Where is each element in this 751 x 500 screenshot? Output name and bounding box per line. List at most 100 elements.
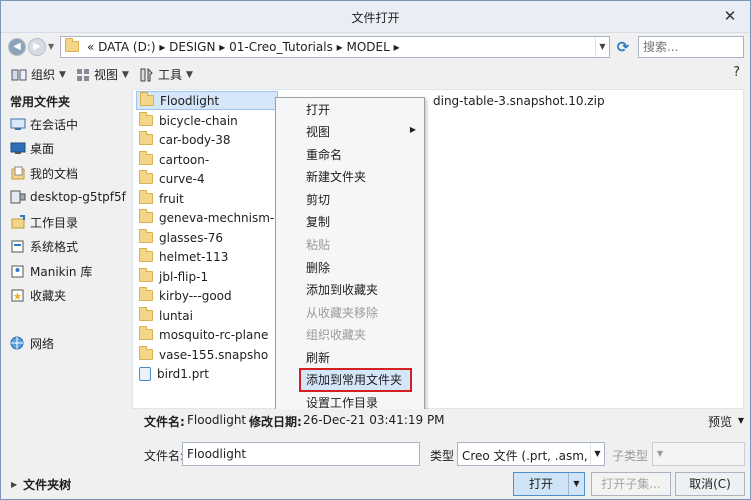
list-item[interactable]: geneva-mechnism-2- bbox=[139, 208, 276, 227]
sidebar-item-label: 系统格式 bbox=[30, 239, 79, 254]
folder-icon bbox=[139, 131, 153, 145]
session-icon bbox=[10, 118, 26, 130]
list-item[interactable]: mosquito-rc-plane bbox=[139, 325, 268, 344]
preview-toggle[interactable]: 预览 bbox=[708, 413, 732, 430]
list-item[interactable]: cartoon- bbox=[139, 150, 209, 169]
menu-item-paste[interactable]: 粘贴 bbox=[306, 235, 330, 255]
folder-tree-toggle[interactable]: ▶ 文件夹树 bbox=[11, 476, 71, 493]
folder-icon bbox=[139, 248, 153, 262]
menu-item-refresh[interactable]: 刷新 bbox=[306, 348, 330, 368]
list-item[interactable]: car-body-38 bbox=[139, 130, 231, 149]
sidebar-item-working-directory[interactable]: 工作目录 bbox=[10, 212, 78, 232]
chevron-down-icon[interactable]: ▼ bbox=[595, 37, 609, 57]
sidebar-item-system-formats[interactable]: 系统格式 bbox=[10, 236, 78, 256]
organize-menu[interactable]: 组织 ▼ bbox=[11, 66, 66, 83]
chevron-down-icon: ▼ bbox=[186, 69, 193, 80]
context-menu: 打开 视图 ▶ 重命名 新建文件夹 剪切 复制 粘贴 删除 添加到收藏夹 从收藏… bbox=[275, 97, 425, 413]
folder-icon bbox=[139, 112, 153, 126]
menu-item-view[interactable]: 视图 bbox=[306, 122, 330, 142]
file-list[interactable]: Floodlight bicycle-chain car-body-38 car… bbox=[132, 89, 744, 409]
list-item[interactable]: bicycle-chain bbox=[139, 111, 238, 130]
title-bar: 文件打开 ✕ bbox=[1, 1, 750, 33]
menu-item-delete[interactable]: 删除 bbox=[306, 258, 330, 278]
computer-icon bbox=[10, 190, 26, 204]
address-bar[interactable]: « DATA (D:) ▸ DESIGN ▸ 01-Creo_Tutorials… bbox=[60, 36, 610, 58]
cancel-button[interactable]: 取消(C) bbox=[675, 472, 745, 496]
documents-icon bbox=[11, 166, 25, 180]
menu-item-cut[interactable]: 剪切 bbox=[306, 190, 330, 210]
folder-icon bbox=[139, 346, 153, 360]
sidebar-item-documents[interactable]: 我的文档 bbox=[10, 163, 78, 183]
folder-icon bbox=[139, 307, 153, 321]
list-item[interactable]: ding-table-3.snapshot.10.zip bbox=[433, 91, 605, 110]
view-grid-icon bbox=[77, 68, 89, 81]
filename-field[interactable] bbox=[182, 442, 420, 466]
chevron-down-icon[interactable]: ▼ bbox=[738, 416, 744, 425]
chevron-down-icon: ▼ bbox=[122, 69, 129, 80]
folder-icon bbox=[139, 326, 153, 340]
sidebar-item-favorites[interactable]: 收藏夹 bbox=[10, 285, 66, 305]
folder-icon bbox=[139, 287, 153, 301]
file-name: helmet-113 bbox=[159, 249, 229, 264]
sidebar-item-label: 我的文档 bbox=[30, 166, 79, 181]
file-name: geneva-mechnism-2- bbox=[159, 210, 276, 225]
refresh-icon[interactable]: ⟳ bbox=[613, 37, 633, 57]
menu-item-open[interactable]: 打开 bbox=[306, 100, 330, 120]
list-item[interactable]: kirby---good bbox=[139, 286, 232, 305]
sidebar-item-desktop[interactable]: 桌面 bbox=[10, 138, 54, 158]
search-input[interactable] bbox=[638, 36, 744, 58]
menu-item-new-folder[interactable]: 新建文件夹 bbox=[306, 167, 366, 187]
info-filename-value: Floodlight bbox=[187, 413, 247, 427]
list-item[interactable]: vase-155.snapsho bbox=[139, 345, 268, 364]
file-name: glasses-76 bbox=[159, 230, 224, 245]
menu-item-add-to-common-folders[interactable]: 添加到常用文件夹 bbox=[306, 370, 402, 390]
close-icon[interactable]: ✕ bbox=[722, 8, 738, 24]
file-name: car-body-38 bbox=[159, 132, 231, 147]
back-arrow-icon[interactable]: ◀ bbox=[8, 38, 26, 56]
chevron-right-icon: ▶ bbox=[409, 125, 416, 134]
menu-item-organize-favorites[interactable]: 组织收藏夹 bbox=[306, 325, 366, 345]
help-glyph: ? bbox=[733, 65, 740, 80]
chevron-down-icon[interactable]: ▼ bbox=[568, 473, 584, 495]
list-item[interactable]: fruit bbox=[139, 189, 184, 208]
tools-menu[interactable]: 工具 ▼ bbox=[138, 66, 193, 83]
sidebar-item-manikin-library[interactable]: Manikin 库 bbox=[10, 261, 92, 281]
file-name: bicycle-chain bbox=[159, 113, 238, 128]
menu-item-copy[interactable]: 复制 bbox=[306, 212, 330, 232]
list-item[interactable]: glasses-76 bbox=[139, 228, 223, 247]
help-pointer-icon[interactable]: ? bbox=[733, 65, 740, 80]
list-item[interactable]: jbl-flip-1 bbox=[139, 267, 208, 286]
type-select[interactable]: Creo 文件 (.prt, .asm, ▼ bbox=[457, 442, 605, 466]
tools-label: 工具 bbox=[158, 68, 183, 82]
address-row: ◀ ▶ ▼ « DATA (D:) ▸ DESIGN ▸ 01-Creo_Tut… bbox=[1, 34, 750, 60]
file-name: vase-155.snapsho bbox=[159, 347, 269, 362]
sidebar-item-session[interactable]: 在会话中 bbox=[10, 114, 78, 134]
file-name: ding-table-3.snapshot.10.zip bbox=[433, 93, 605, 108]
list-item[interactable]: curve-4 bbox=[139, 169, 205, 188]
folder-icon bbox=[65, 38, 79, 52]
sidebar-item-network[interactable]: 网络 bbox=[10, 333, 54, 353]
file-name: Floodlight bbox=[160, 93, 220, 108]
breadcrumb[interactable]: « DATA (D:) ▸ DESIGN ▸ 01-Creo_Tutorials… bbox=[87, 40, 400, 54]
menu-item-add-to-favorites[interactable]: 添加到收藏夹 bbox=[306, 280, 378, 300]
sidebar-item-label: 桌面 bbox=[30, 141, 55, 156]
menu-item-remove-from-favorites[interactable]: 从收藏夹移除 bbox=[306, 303, 378, 323]
list-item[interactable]: luntai bbox=[139, 306, 193, 325]
sidebar-item-label: 网络 bbox=[30, 336, 55, 351]
file-name: luntai bbox=[159, 308, 193, 323]
forward-arrow-icon[interactable]: ▶ bbox=[28, 38, 46, 56]
menu-item-rename[interactable]: 重命名 bbox=[306, 145, 342, 165]
info-modified-value: 26-Dec-21 03:41:19 PM bbox=[303, 413, 445, 427]
view-menu[interactable]: 视图 ▼ bbox=[76, 66, 129, 83]
info-modified-label: 修改日期: bbox=[249, 415, 302, 429]
list-item[interactable]: helmet-113 bbox=[139, 247, 228, 266]
favorites-icon bbox=[11, 289, 24, 302]
history-dropdown-icon[interactable]: ▼ bbox=[48, 42, 54, 51]
sidebar-item-label: 收藏夹 bbox=[30, 288, 67, 303]
list-item[interactable]: Floodlight bbox=[136, 91, 278, 110]
list-item[interactable]: bird1.prt bbox=[139, 364, 209, 383]
open-subset-button[interactable]: 打开子集... bbox=[591, 472, 671, 496]
sidebar-item-computer[interactable]: desktop-g5tpf5f bbox=[10, 187, 126, 207]
filename-label: 文件名: bbox=[144, 449, 185, 463]
open-button[interactable]: 打开 ▼ bbox=[513, 472, 585, 496]
